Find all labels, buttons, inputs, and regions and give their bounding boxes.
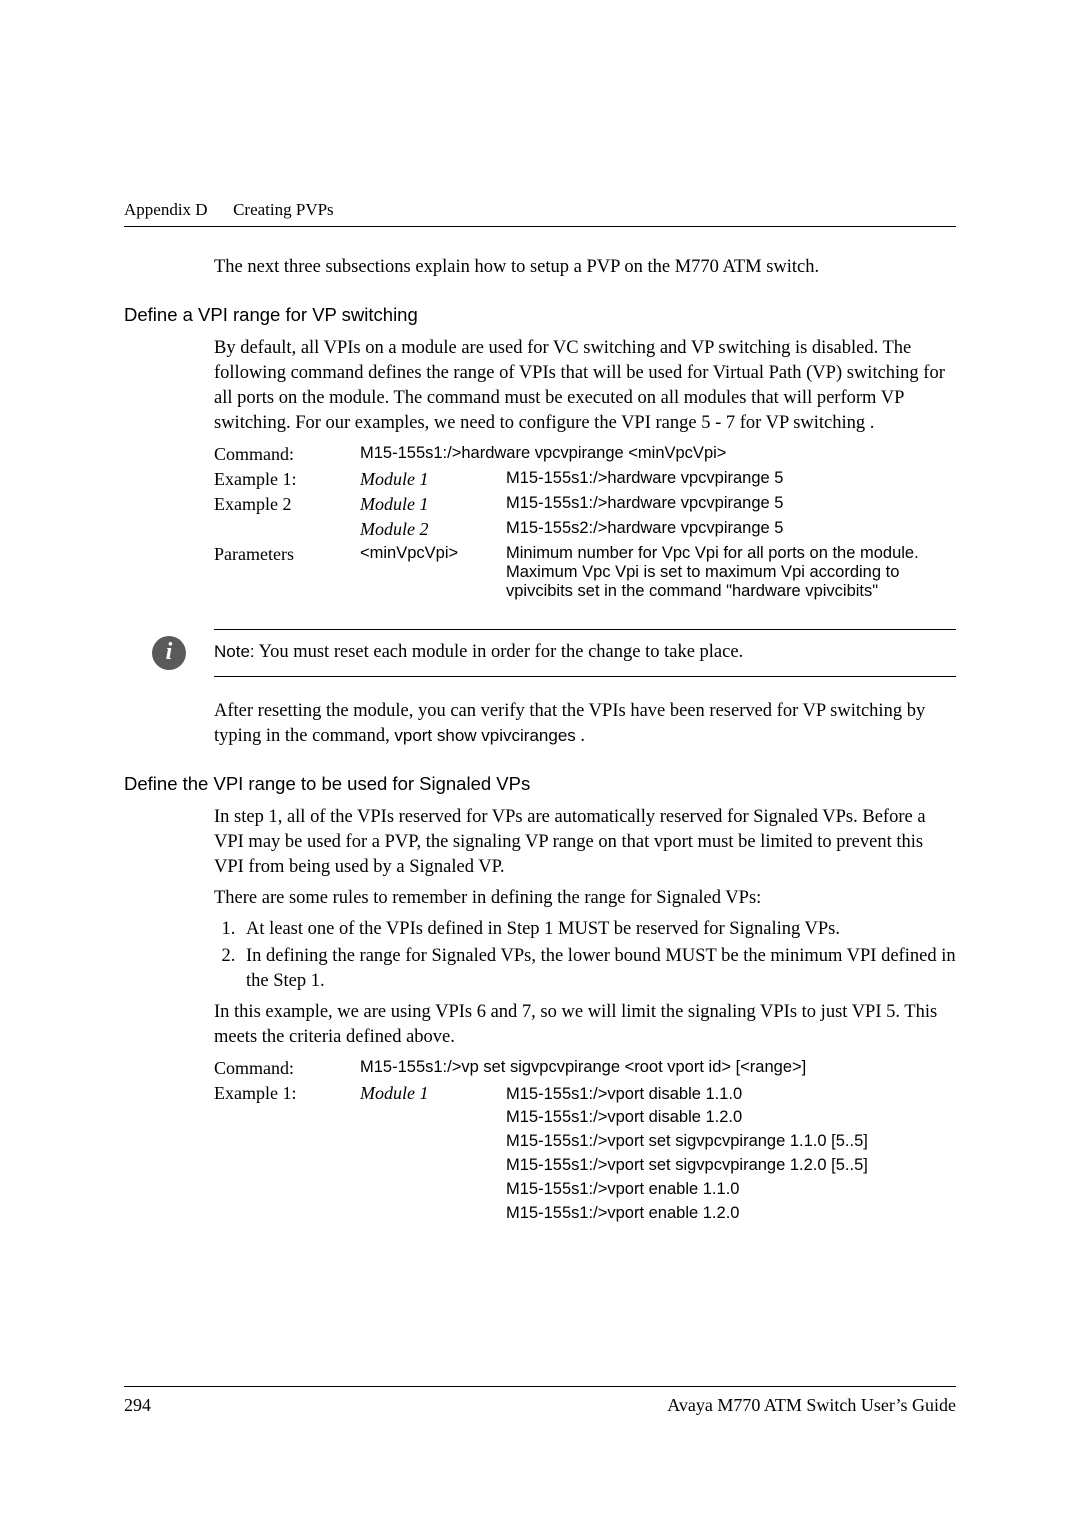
row2-ex1: Example 1: Module 1 M15-155s1:/>vport di… xyxy=(214,1081,956,1229)
after-note-text: After resetting the module, you can veri… xyxy=(214,699,956,749)
section1-para: By default, all VPIs on a module are use… xyxy=(214,336,956,436)
section1-table: Command: M15-155s1:/>hardware vpcvpirang… xyxy=(214,442,956,603)
cmd2-value: M15-155s1:/>vp set sigvpcvpirange <root … xyxy=(360,1056,956,1081)
ex-line: M15-155s1:/>vport disable 1.1.0 xyxy=(506,1083,950,1107)
row-ex2b: Module 2 M15-155s2:/>hardware vpcvpirang… xyxy=(214,517,956,542)
footer-row: 294 Avaya M770 ATM Switch User’s Guide xyxy=(124,1395,956,1416)
note-rule-bottom xyxy=(214,676,956,677)
params-value: Minimum number for Vpc Vpi for all ports… xyxy=(506,542,956,603)
after-note-cmd: vport show vpivciranges xyxy=(394,726,575,745)
footer-rule xyxy=(124,1386,956,1387)
page-number: 294 xyxy=(124,1395,151,1416)
section2-heading: Define the VPI range to be used for Sign… xyxy=(124,773,956,795)
section2-para3: In this example, we are using VPIs 6 and… xyxy=(214,1000,956,1050)
header-rule xyxy=(124,226,956,227)
info-icon: i xyxy=(152,636,186,670)
ex21-lines: M15-155s1:/>vport disable 1.1.0 M15-155s… xyxy=(506,1081,956,1229)
section2-table: Command: M15-155s1:/>vp set sigvpcvpiran… xyxy=(214,1056,956,1229)
params-mid: <minVpcVpi> xyxy=(360,542,506,603)
appendix-label: Appendix D xyxy=(124,200,208,219)
ex-line: M15-155s1:/>vport set sigvpcvpirange 1.1… xyxy=(506,1130,950,1154)
section2-para1: In step 1, all of the VPIs reserved for … xyxy=(214,805,956,880)
section1-heading: Define a VPI range for VP switching xyxy=(124,304,956,326)
note-block: i Note: You must reset each module in or… xyxy=(214,629,956,677)
rule-2: In defining the range for Signaled VPs, … xyxy=(240,944,956,994)
cmd2-label: Command: xyxy=(214,1056,360,1081)
ex2-blank xyxy=(214,517,360,542)
ex1-value: M15-155s1:/>hardware vpcvpirange 5 xyxy=(506,467,956,492)
params-label: Parameters xyxy=(214,542,360,603)
ex1-label: Example 1: xyxy=(214,467,360,492)
intro-block: The next three subsections explain how t… xyxy=(214,255,956,280)
intro-text: The next three subsections explain how t… xyxy=(214,255,956,280)
cmd-label: Command: xyxy=(214,442,360,467)
ex21-module: Module 1 xyxy=(360,1081,506,1229)
row-params: Parameters <minVpcVpi> Minimum number fo… xyxy=(214,542,956,603)
row-ex1: Example 1: Module 1 M15-155s1:/>hardware… xyxy=(214,467,956,492)
ex2-label: Example 2 xyxy=(214,492,360,517)
note-row: i Note: You must reset each module in or… xyxy=(214,630,956,676)
cmd-value: M15-155s1:/>hardware vpcvpirange <minVpc… xyxy=(360,442,956,467)
row-command: Command: M15-155s1:/>hardware vpcvpirang… xyxy=(214,442,956,467)
ex-line: M15-155s1:/>vport enable 1.2.0 xyxy=(506,1202,950,1226)
ex-line: M15-155s1:/>vport set sigvpcvpirange 1.2… xyxy=(506,1154,950,1178)
footer: 294 Avaya M770 ATM Switch User’s Guide xyxy=(124,1386,956,1416)
doc-title: Avaya M770 ATM Switch User’s Guide xyxy=(667,1395,956,1416)
after-note: After resetting the module, you can veri… xyxy=(214,699,956,749)
page: Appendix D Creating PVPs The next three … xyxy=(0,0,1080,1528)
rules-list: At least one of the VPIs defined in Step… xyxy=(214,917,956,994)
section2-body: In step 1, all of the VPIs reserved for … xyxy=(214,805,956,1050)
note-label: Note: xyxy=(214,642,255,661)
note-body: You must reset each module in order for … xyxy=(255,642,744,662)
appendix-title: Creating PVPs xyxy=(233,200,334,219)
section1-para-text: By default, all VPIs on a module are use… xyxy=(214,336,956,436)
note-text: Note: You must reset each module in orde… xyxy=(214,642,743,663)
ex-line: M15-155s1:/>vport enable 1.1.0 xyxy=(506,1178,950,1202)
ex21-label: Example 1: xyxy=(214,1081,360,1229)
section2-para2: There are some rules to remember in defi… xyxy=(214,886,956,911)
ex2-module1: Module 1 xyxy=(360,492,506,517)
rule-1: At least one of the VPIs defined in Step… xyxy=(240,917,956,942)
after-note-tail: . xyxy=(576,726,585,746)
running-head: Appendix D Creating PVPs xyxy=(124,200,956,220)
ex1-module: Module 1 xyxy=(360,467,506,492)
row2-command: Command: M15-155s1:/>vp set sigvpcvpiran… xyxy=(214,1056,956,1081)
row-ex2a: Example 2 Module 1 M15-155s1:/>hardware … xyxy=(214,492,956,517)
ex2-module2: Module 2 xyxy=(360,517,506,542)
ex2-value1: M15-155s1:/>hardware vpcvpirange 5 xyxy=(506,492,956,517)
ex-line: M15-155s1:/>vport disable 1.2.0 xyxy=(506,1106,950,1130)
ex2-value2: M15-155s2:/>hardware vpcvpirange 5 xyxy=(506,517,956,542)
